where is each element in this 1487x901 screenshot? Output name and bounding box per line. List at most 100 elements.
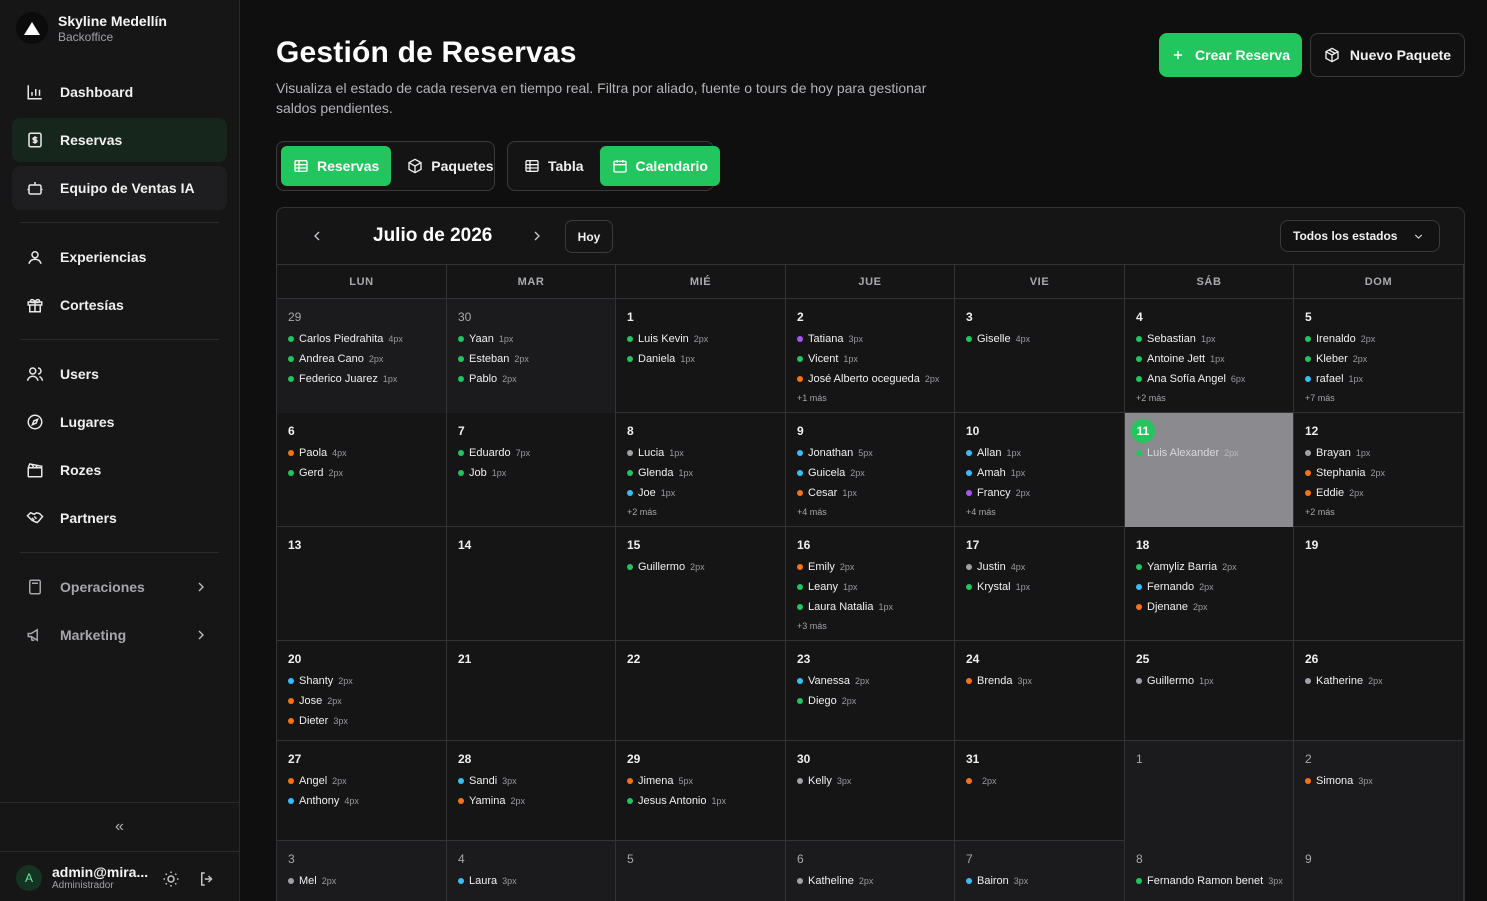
- reservation-event[interactable]: Shanty 2px: [288, 671, 446, 691]
- reservation-event[interactable]: Kelly 3px: [797, 771, 954, 791]
- reservation-event[interactable]: Diego 2px: [797, 691, 954, 711]
- calendar-day[interactable]: 26 Katherine 2px: [1294, 641, 1464, 741]
- calendar-day[interactable]: 5: [616, 841, 786, 901]
- reservation-event[interactable]: Dieter 3px: [288, 711, 446, 731]
- chevron-left-icon[interactable]: [309, 228, 325, 244]
- sidebar-item-users[interactable]: Users: [12, 352, 227, 396]
- sidebar-item-dashboard[interactable]: Dashboard: [12, 70, 227, 114]
- reservation-event[interactable]: Joe 1px: [627, 483, 785, 503]
- more-events-link[interactable]: +4 más: [966, 505, 1124, 519]
- reservation-event[interactable]: Sandi 3px: [458, 771, 615, 791]
- reservation-event[interactable]: Justin 4px: [966, 557, 1124, 577]
- reservation-event[interactable]: Esteban 2px: [458, 349, 615, 369]
- more-events-link[interactable]: +2 más: [1136, 391, 1293, 405]
- sidebar-item-reservas[interactable]: Reservas: [12, 118, 227, 162]
- calendar-day[interactable]: 20 Shanty 2px Jose 2px Dieter 3px: [277, 641, 447, 741]
- reservation-event[interactable]: Emily 2px: [797, 557, 954, 577]
- calendar-day[interactable]: 29 Carlos Piedrahita 4px Andrea Cano 2px Fede…: [277, 299, 447, 413]
- calendar-day[interactable]: 2 Tatiana 3px Vicent 1px José Alberto ocegued…: [786, 299, 955, 413]
- reservation-event[interactable]: Lucia 1px: [627, 443, 785, 463]
- calendar-day[interactable]: 29 Jimena 5px Jesus Antonio 1px: [616, 741, 786, 841]
- toggle-reservas[interactable]: Reservas: [281, 146, 392, 186]
- reservation-event[interactable]: Bairon 3px: [966, 871, 1124, 891]
- more-events-link[interactable]: +7 más: [1305, 391, 1463, 405]
- reservation-event[interactable]: Guillermo 1px: [1136, 671, 1293, 691]
- calendar-day[interactable]: 19: [1294, 527, 1464, 641]
- reservation-event[interactable]: Jonathan 5px: [797, 443, 954, 463]
- more-events-link[interactable]: +2 más: [627, 505, 785, 519]
- reservation-event[interactable]: Francy 2px: [966, 483, 1124, 503]
- create-reservation-button[interactable]: Crear Reserva: [1159, 33, 1302, 77]
- reservation-event[interactable]: Vicent 1px: [797, 349, 954, 369]
- calendar-day[interactable]: 16 Emily 2px Leany 1px Laura Natalia 1px +3 más: [786, 527, 955, 641]
- reservation-event[interactable]: Brenda 3px: [966, 671, 1124, 691]
- calendar-day[interactable]: 13: [277, 527, 447, 641]
- reservation-event[interactable]: Kleber 2px: [1305, 349, 1463, 369]
- calendar-day[interactable]: 8 Fernando Ramon benet 3px: [1125, 841, 1294, 901]
- sidebar-item-equipo-ventas[interactable]: Equipo de Ventas IA: [12, 166, 227, 210]
- calendar-day[interactable]: 8 Lucia 1px Glenda 1px Joe 1px +2 más: [616, 413, 786, 527]
- sidebar-item-marketing[interactable]: Marketing: [12, 613, 227, 657]
- calendar-day[interactable]: 7 Eduardo 7px Job 1px: [447, 413, 616, 527]
- calendar-day[interactable]: 25 Guillermo 1px: [1125, 641, 1294, 741]
- sidebar-item-rozes[interactable]: Rozes: [12, 448, 227, 492]
- calendar-day[interactable]: 6 Paola 4px Gerd 2px: [277, 413, 447, 527]
- reservation-event[interactable]: rafael 1px: [1305, 369, 1463, 389]
- reservation-event[interactable]: Krystal 1px: [966, 577, 1124, 597]
- status-filter-select[interactable]: Todos los estados: [1280, 220, 1440, 252]
- reservation-event[interactable]: Andrea Cano 2px: [288, 349, 446, 369]
- sidebar-item-operaciones[interactable]: Operaciones: [12, 565, 227, 609]
- reservation-event[interactable]: Simona 3px: [1305, 771, 1463, 791]
- reservation-event[interactable]: Carlos Piedrahita 4px: [288, 329, 446, 349]
- reservation-event[interactable]: Eduardo 7px: [458, 443, 615, 463]
- reservation-event[interactable]: Amah 1px: [966, 463, 1124, 483]
- calendar-day[interactable]: 12 Brayan 1px Stephania 2px Eddie 2px +2 más: [1294, 413, 1464, 527]
- reservation-event[interactable]: Jesus Antonio 1px: [627, 791, 785, 811]
- reservation-event[interactable]: Katheline 2px: [797, 871, 954, 891]
- reservation-event[interactable]: Pablo 2px: [458, 369, 615, 389]
- toggle-calendario[interactable]: Calendario: [599, 146, 720, 186]
- calendar-day[interactable]: 5 Irenaldo 2px Kleber 2px rafael 1px +7 más: [1294, 299, 1464, 413]
- reservation-event[interactable]: Fernando 2px: [1136, 577, 1293, 597]
- calendar-day[interactable]: 22: [616, 641, 786, 741]
- reservation-event[interactable]: Eddie 2px: [1305, 483, 1463, 503]
- reservation-event[interactable]: Yaan 1px: [458, 329, 615, 349]
- reservation-event[interactable]: Luis Kevin 2px: [627, 329, 785, 349]
- reservation-event[interactable]: Sebastian 1px: [1136, 329, 1293, 349]
- calendar-day[interactable]: 10 Allan 1px Amah 1px Francy 2px +4 más: [955, 413, 1125, 527]
- reservation-event[interactable]: Jose 2px: [288, 691, 446, 711]
- sidebar-item-lugares[interactable]: Lugares: [12, 400, 227, 444]
- reservation-event[interactable]: Luis Alexander 2px: [1136, 443, 1293, 463]
- calendar-day[interactable]: 3 Giselle 4px: [955, 299, 1125, 413]
- reservation-event[interactable]: Glenda 1px: [627, 463, 785, 483]
- reservation-event[interactable]: Anthony 4px: [288, 791, 446, 811]
- calendar-day[interactable]: 1: [1125, 741, 1294, 841]
- reservation-event[interactable]: Laura 3px: [458, 871, 615, 891]
- reservation-event[interactable]: Cesar 1px: [797, 483, 954, 503]
- reservation-event[interactable]: Tatiana 3px: [797, 329, 954, 349]
- reservation-event[interactable]: Leany 1px: [797, 577, 954, 597]
- chevron-right-icon[interactable]: [529, 228, 545, 244]
- calendar-day[interactable]: 28 Sandi 3px Yamina 2px: [447, 741, 616, 841]
- calendar-day[interactable]: 30 Yaan 1px Esteban 2px Pablo 2px: [447, 299, 616, 413]
- reservation-event[interactable]: Allan 1px: [966, 443, 1124, 463]
- reservation-event[interactable]: Guicela 2px: [797, 463, 954, 483]
- toggle-tabla[interactable]: Tabla: [512, 146, 596, 186]
- sidebar-item-partners[interactable]: Partners: [12, 496, 227, 540]
- today-button[interactable]: Hoy: [565, 220, 613, 253]
- user-profile[interactable]: A admin@mira... Administrador: [16, 864, 148, 892]
- reservation-event[interactable]: Guillermo 2px: [627, 557, 785, 577]
- calendar-day[interactable]: 31 2px: [955, 741, 1125, 841]
- reservation-event[interactable]: Fernando Ramon benet 3px: [1136, 871, 1293, 891]
- reservation-event[interactable]: Mel 2px: [288, 871, 446, 891]
- calendar-day[interactable]: 9: [1294, 841, 1464, 901]
- calendar-day[interactable]: 3 Mel 2px: [277, 841, 447, 901]
- reservation-event[interactable]: Irenaldo 2px: [1305, 329, 1463, 349]
- calendar-day[interactable]: 23 Vanessa 2px Diego 2px: [786, 641, 955, 741]
- reservation-event[interactable]: Paola 4px: [288, 443, 446, 463]
- reservation-event[interactable]: Antoine Jett 1px: [1136, 349, 1293, 369]
- reservation-event[interactable]: Laura Natalia 1px: [797, 597, 954, 617]
- more-events-link[interactable]: +4 más: [797, 505, 954, 519]
- sidebar-item-experiencias[interactable]: Experiencias: [12, 235, 227, 279]
- calendar-day[interactable]: 4 Laura 3px: [447, 841, 616, 901]
